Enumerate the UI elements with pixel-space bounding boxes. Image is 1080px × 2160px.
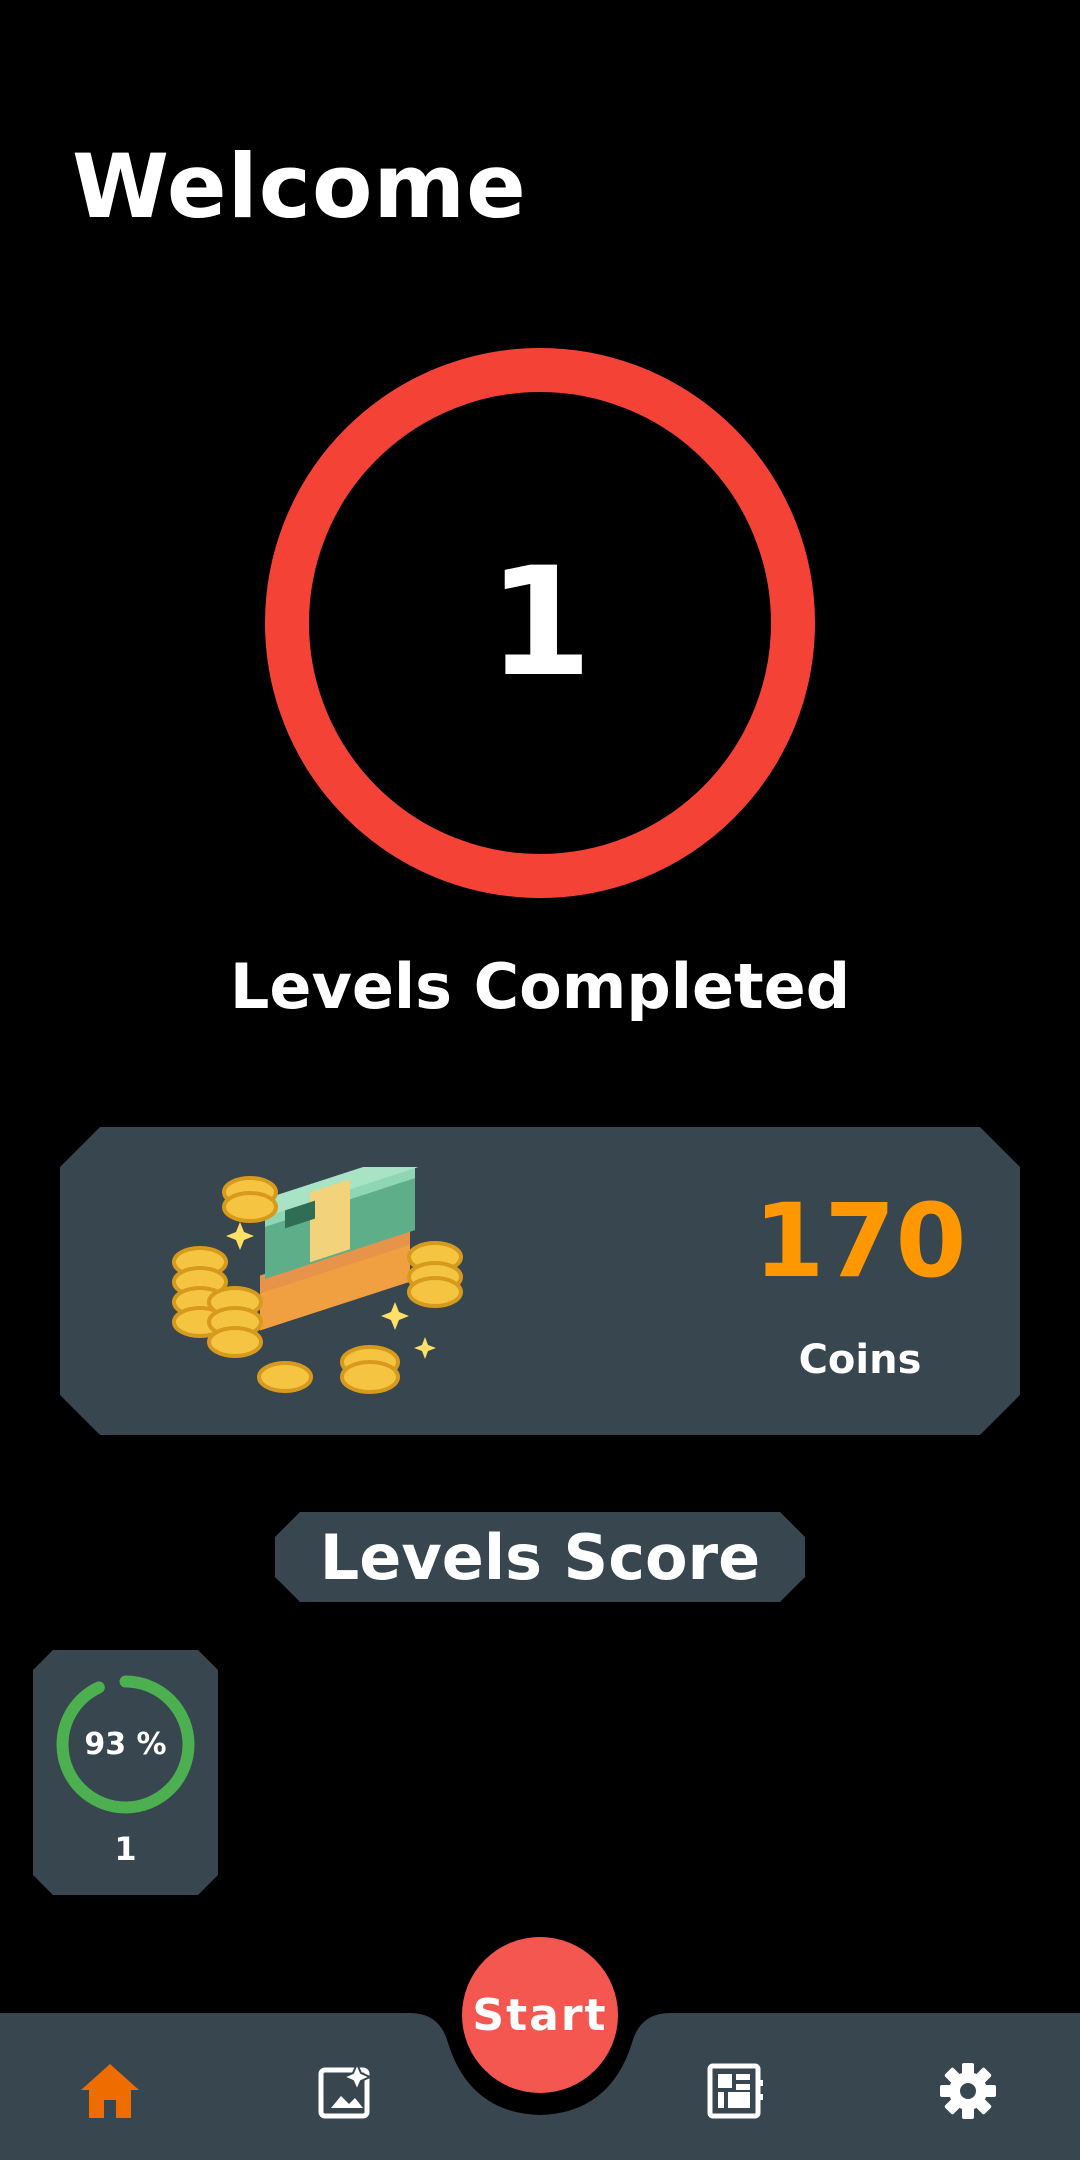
level-score-ring: 93 % bbox=[53, 1672, 198, 1817]
page-title: Welcome bbox=[72, 135, 527, 238]
level-number: 1 bbox=[114, 1830, 137, 1868]
coins-card: 170 Coins bbox=[60, 1127, 1020, 1435]
levels-completed-ring: 1 bbox=[265, 348, 815, 898]
home-icon bbox=[81, 2064, 139, 2118]
start-button[interactable]: Start bbox=[462, 1937, 618, 2093]
nav-settings[interactable] bbox=[928, 2051, 1008, 2131]
coins-and-cash-icon bbox=[172, 1167, 463, 1394]
sparkle-image-icon bbox=[318, 2062, 373, 2119]
level-score-card[interactable]: 93 % 1 bbox=[33, 1650, 218, 1895]
levels-score-title: Levels Score bbox=[275, 1512, 805, 1602]
nav-home[interactable] bbox=[70, 2051, 150, 2131]
level-score-percent: 93 % bbox=[84, 1727, 167, 1762]
coins-value: 170 bbox=[753, 1182, 967, 1301]
gear-icon bbox=[940, 2063, 996, 2119]
coins-label: Coins bbox=[798, 1337, 922, 1383]
nav-board[interactable] bbox=[695, 2051, 775, 2131]
grid-board-icon bbox=[707, 2063, 763, 2119]
nav-sparkle[interactable] bbox=[306, 2051, 386, 2131]
levels-completed-label: Levels Completed bbox=[229, 950, 851, 1023]
levels-completed-count: 1 bbox=[487, 536, 593, 710]
